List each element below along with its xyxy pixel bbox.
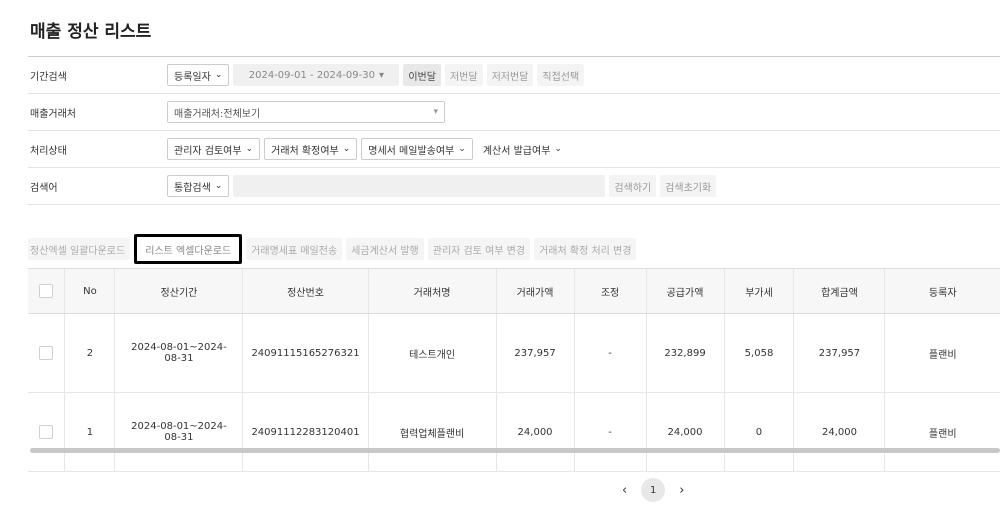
select-all-checkbox[interactable] [39, 284, 54, 298]
date-range-picker[interactable]: 2024-09-01 - 2024-09-30 ▾ [233, 64, 400, 86]
vat-cell: 0 [723, 392, 794, 472]
vat-cell: 5,058 [723, 313, 794, 393]
registrant-cell: 플랜비 [884, 392, 1000, 472]
period-cell: 2024-08-01~2024-08-31 [114, 313, 243, 393]
filter-row-client: 매출거래처 매출거래처:전체보기 ▾ [28, 94, 1000, 131]
client-name-cell: 협력업체플랜비 [367, 392, 497, 472]
column-header: 합계금액 [793, 268, 885, 314]
table-row[interactable]: 1 2024-08-01~2024-08-31 2409111228312040… [28, 392, 1000, 472]
list-excel-download-button[interactable]: 리스트 엑셀다운로드 [134, 234, 243, 264]
caret-down-icon: ▾ [378, 69, 384, 81]
admin-review-change-button[interactable]: 관리자 검토 여부 변경 [427, 238, 531, 260]
column-header: 등록자 [884, 268, 1000, 314]
column-header: 조정 [573, 268, 647, 314]
keyword-type-select[interactable]: 통합검색 ⌄ [167, 175, 230, 197]
row-select-cell [28, 392, 65, 472]
keyword-input[interactable] [233, 175, 606, 197]
invoice-issued-select[interactable]: 계산서 발급여부 ⌄ [476, 138, 568, 160]
select-all-cell [28, 268, 65, 314]
search-button[interactable]: 검색하기 [609, 175, 657, 197]
filter-row-period: 기간검색 등록일자 ⌄ 2024-09-01 - 2024-09-30 ▾ 이번달 … [28, 57, 1000, 94]
period-cell: 2024-08-01~2024-08-31 [114, 392, 243, 472]
no-cell: 2 [64, 313, 115, 393]
status-label: 처리상태 [30, 145, 67, 157]
client-confirm-select[interactable]: 거래처 확정여부 ⌄ [264, 138, 358, 160]
keyword-label: 검색어 [30, 182, 58, 194]
client-confirm-change-button[interactable]: 거래처 확정 처리 변경 [534, 238, 637, 260]
current-page-button[interactable]: 1 [641, 478, 666, 502]
settlement-number-cell[interactable]: 24091112283120401 [242, 392, 369, 472]
settlement-excel-bulk-download-button[interactable]: 정산엑셀 일괄다운로드 [28, 238, 131, 260]
client-label: 매출거래처 [30, 108, 76, 120]
settlement-table: No 정산기간 정산번호 거래처명 거래가액 조정 공급가액 부가세 합계금액 … [28, 268, 1000, 472]
period-label: 기간검색 [30, 71, 67, 83]
registrant-cell: 플랜비 [884, 313, 1000, 393]
filter-row-keyword: 검색어 통합검색 ⌄ 검색하기 검색초기화 [28, 168, 1000, 205]
column-header: 정산번호 [242, 268, 369, 314]
row-select-cell [28, 313, 65, 393]
next-page-button[interactable]: › [679, 483, 684, 498]
supply-amount-cell: 24,000 [645, 392, 724, 472]
pagination: ‹ 1 › [622, 478, 684, 502]
row-checkbox[interactable] [39, 346, 54, 360]
table-header-row: No 정산기간 정산번호 거래처명 거래가액 조정 공급가액 부가세 합계금액 … [28, 268, 1000, 314]
statement-mail-select[interactable]: 명세서 메일발송여부 ⌄ [361, 138, 473, 160]
quick-this-month-button[interactable]: 이번달 [403, 64, 441, 86]
chevron-down-icon: ⌄ [342, 144, 351, 154]
chevron-down-icon: ⌄ [458, 144, 466, 154]
search-reset-button[interactable]: 검색초기화 [660, 175, 717, 197]
transaction-amount-cell: 237,957 [495, 313, 575, 393]
quick-custom-button[interactable]: 직접선택 [537, 64, 585, 86]
supply-amount-cell: 232,899 [645, 313, 724, 393]
search-filter-panel: 기간검색 등록일자 ⌄ 2024-09-01 - 2024-09-30 ▾ 이번달 … [28, 56, 1000, 205]
transaction-amount-cell: 24,000 [495, 392, 575, 472]
column-header: 정산기간 [114, 268, 243, 314]
chevron-down-icon: ⌄ [245, 144, 254, 154]
column-header: 부가세 [723, 268, 794, 314]
column-header: 거래처명 [367, 268, 497, 314]
prev-page-button[interactable]: ‹ [622, 483, 627, 498]
quick-last-month-button[interactable]: 저번달 [444, 64, 483, 86]
table-row[interactable]: 2 2024-08-01~2024-08-31 2409111516527632… [28, 313, 1000, 393]
row-checkbox[interactable] [39, 425, 54, 439]
horizontal-scrollbar[interactable] [30, 448, 1000, 453]
chevron-down-icon: ⌄ [214, 181, 223, 191]
page-title: 매출 정산 리스트 [30, 22, 152, 42]
client-select[interactable]: 매출거래처:전체보기 ▾ [167, 101, 445, 123]
adjustment-cell: - [573, 313, 647, 393]
admin-review-select[interactable]: 관리자 검토여부 ⌄ [167, 138, 261, 160]
quick-two-months-ago-button[interactable]: 저저번달 [486, 64, 534, 86]
total-amount-cell: 237,957 [793, 313, 885, 393]
column-header: No [64, 268, 115, 314]
action-toolbar: 정산엑셀 일괄다운로드 리스트 엑셀다운로드 거래명세표 메일전송 세금계산서 … [28, 234, 637, 264]
total-amount-cell: 24,000 [793, 392, 885, 472]
statement-mail-send-button[interactable]: 거래명세표 메일전송 [246, 238, 343, 260]
column-header: 거래가액 [495, 268, 575, 314]
chevron-down-icon: ⌄ [554, 144, 562, 154]
adjustment-cell: - [573, 392, 647, 472]
filter-row-status: 처리상태 관리자 검토여부 ⌄ 거래처 확정여부 ⌄ 명세서 메일발송여부 ⌄ 계산서… [28, 131, 1000, 168]
chevron-down-icon: ⌄ [214, 70, 223, 80]
column-header: 공급가액 [645, 268, 724, 314]
no-cell: 1 [64, 392, 115, 472]
date-type-select[interactable]: 등록일자 ⌄ [167, 64, 230, 86]
settlement-number-cell[interactable]: 24091115165276321 [242, 313, 369, 393]
tax-invoice-issue-button[interactable]: 세금계산서 발행 [346, 238, 424, 260]
client-name-cell: 테스트개인 [367, 313, 497, 393]
caret-down-icon: ▾ [433, 107, 438, 117]
